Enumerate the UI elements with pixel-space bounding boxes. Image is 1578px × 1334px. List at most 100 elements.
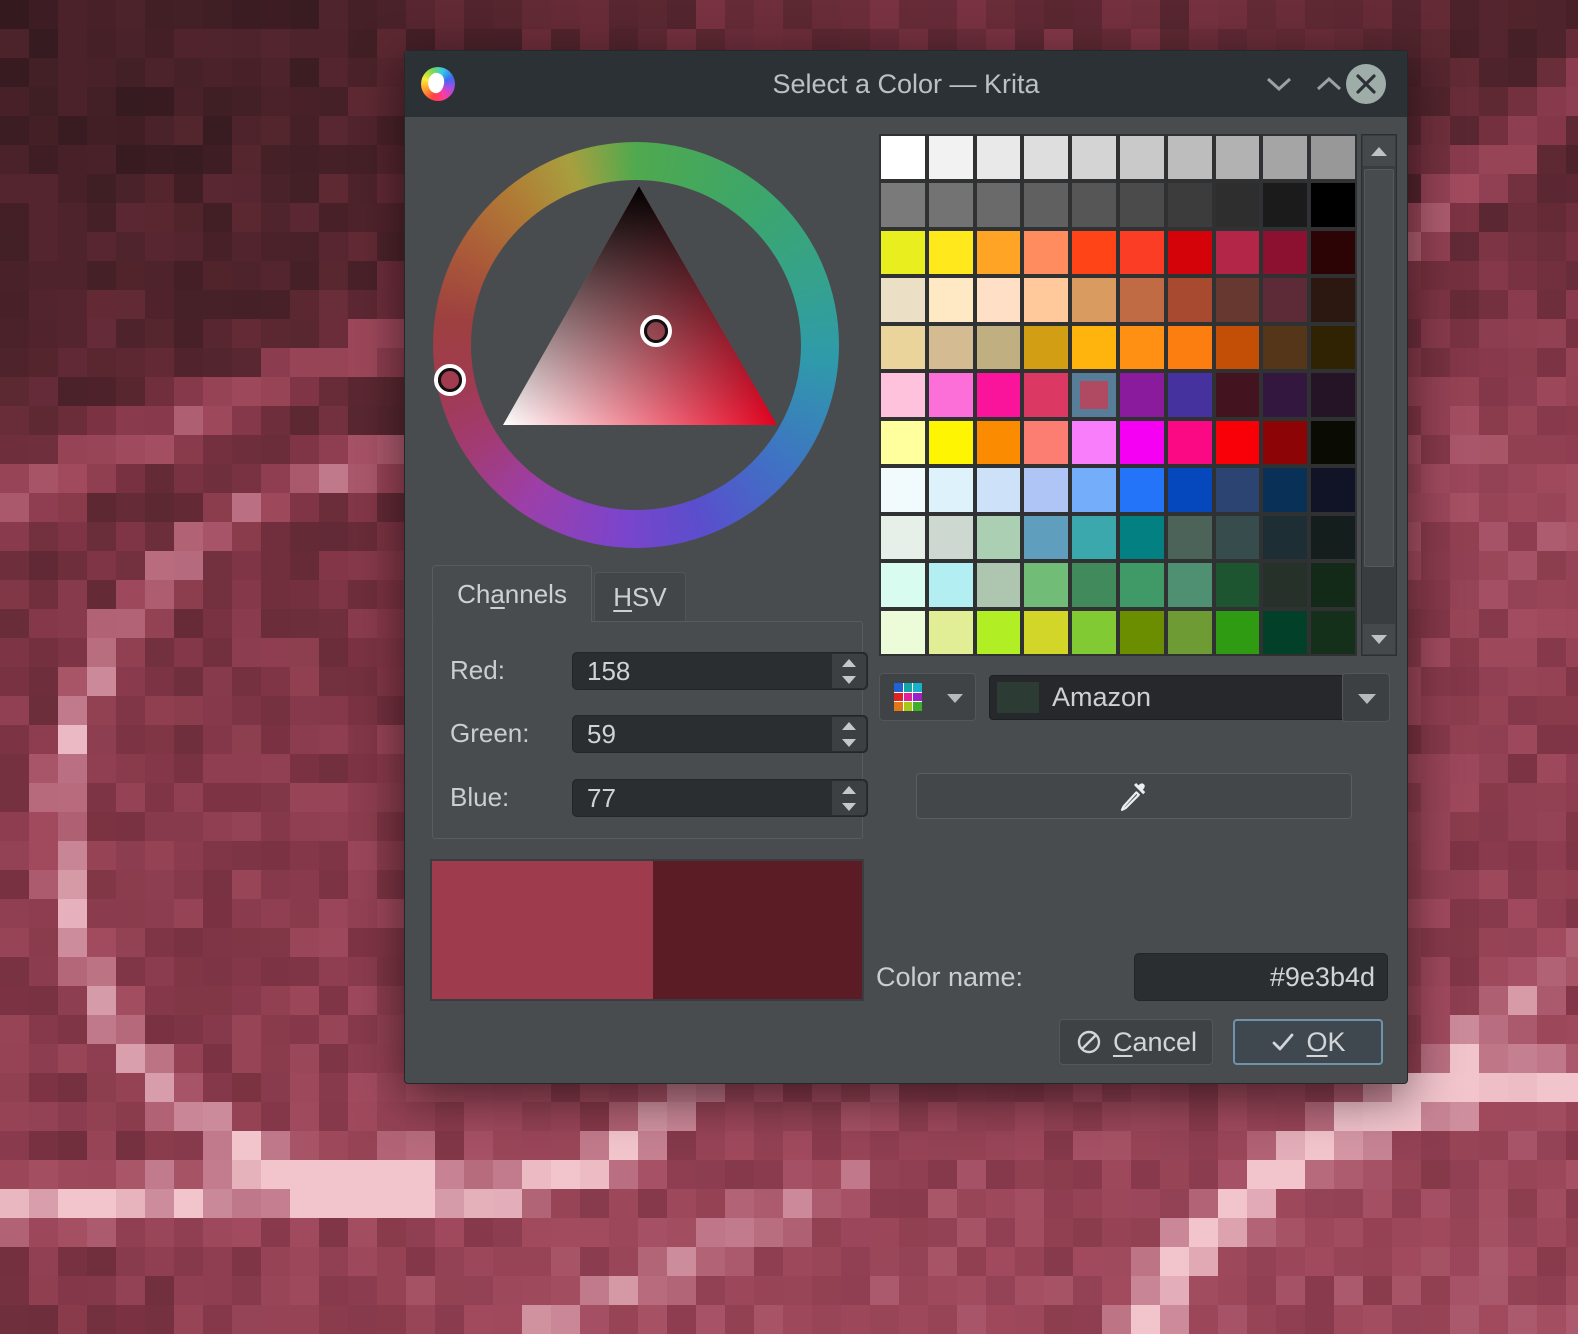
palette-swatch[interactable] [1311, 421, 1355, 464]
palette-swatch[interactable] [1216, 611, 1260, 654]
palette-swatch[interactable] [1120, 278, 1164, 321]
tab-hsv[interactable]: HSV [594, 572, 686, 622]
palette-swatch[interactable] [881, 516, 925, 559]
palette-swatch[interactable] [1311, 516, 1355, 559]
palette-swatch[interactable] [1311, 373, 1355, 416]
palette-swatch[interactable] [929, 421, 973, 464]
palette-swatch[interactable] [1072, 468, 1116, 511]
palette-swatch[interactable] [1216, 183, 1260, 226]
palette-swatch[interactable] [1024, 563, 1068, 606]
palette-swatch[interactable] [1263, 516, 1307, 559]
palette-swatch[interactable] [881, 373, 925, 416]
pick-screen-color-button[interactable] [916, 773, 1352, 819]
green-input[interactable] [573, 716, 835, 752]
ok-button[interactable]: OK [1233, 1019, 1383, 1065]
palette-swatch[interactable] [1263, 326, 1307, 369]
palette-swatch[interactable] [1072, 136, 1116, 179]
palette-swatch[interactable] [977, 563, 1021, 606]
palette-swatch[interactable] [1216, 278, 1260, 321]
scroll-down-button[interactable] [1363, 624, 1395, 654]
palette-swatch[interactable] [1024, 326, 1068, 369]
palette-swatch[interactable] [977, 468, 1021, 511]
palette-swatch[interactable] [1024, 278, 1068, 321]
color-name-input[interactable] [1135, 954, 1387, 1000]
palette-swatch[interactable] [1072, 231, 1116, 274]
palette-swatch[interactable] [881, 421, 925, 464]
palette-swatch[interactable] [1120, 563, 1164, 606]
palette-swatch[interactable] [881, 183, 925, 226]
palette-swatch[interactable] [1168, 611, 1212, 654]
palette-swatch[interactable] [977, 136, 1021, 179]
palette-swatch[interactable] [1216, 326, 1260, 369]
palette-swatch[interactable] [881, 136, 925, 179]
palette-swatch[interactable] [1311, 183, 1355, 226]
palette-swatch[interactable] [1024, 421, 1068, 464]
palette-swatch[interactable] [1072, 373, 1116, 416]
palette-select-combo[interactable]: Amazon [989, 675, 1389, 720]
blue-spin-down[interactable] [832, 798, 866, 815]
palette-tool-button[interactable] [879, 673, 976, 721]
palette-swatch[interactable] [1072, 563, 1116, 606]
combo-dropdown-button[interactable] [1342, 673, 1390, 722]
blue-spin-up[interactable] [832, 781, 866, 798]
palette-swatch[interactable] [1216, 136, 1260, 179]
green-spin-down[interactable] [832, 734, 866, 751]
palette-swatch[interactable] [1168, 326, 1212, 369]
palette-swatch[interactable] [1072, 516, 1116, 559]
palette-swatch[interactable] [929, 611, 973, 654]
palette-swatch[interactable] [1216, 421, 1260, 464]
palette-swatch[interactable] [1311, 326, 1355, 369]
palette-swatch[interactable] [1311, 563, 1355, 606]
palette-swatch[interactable] [1120, 183, 1164, 226]
palette-swatch[interactable] [977, 611, 1021, 654]
palette-swatch[interactable] [929, 516, 973, 559]
palette-swatch[interactable] [929, 468, 973, 511]
palette-swatch[interactable] [881, 278, 925, 321]
palette-swatch[interactable] [1168, 516, 1212, 559]
palette-swatch[interactable] [881, 326, 925, 369]
palette-swatch[interactable] [977, 373, 1021, 416]
palette-swatch[interactable] [1216, 516, 1260, 559]
palette-swatch[interactable] [1168, 231, 1212, 274]
palette-swatch[interactable] [1120, 136, 1164, 179]
palette-swatch[interactable] [1024, 373, 1068, 416]
window-close-button[interactable] [1346, 64, 1386, 104]
palette-swatch[interactable] [929, 563, 973, 606]
palette-swatch[interactable] [1263, 468, 1307, 511]
scroll-up-button[interactable] [1363, 136, 1395, 166]
palette-swatch[interactable] [1168, 183, 1212, 226]
palette-swatch[interactable] [1120, 468, 1164, 511]
red-spin-up[interactable] [832, 654, 866, 671]
palette-swatch[interactable] [1120, 611, 1164, 654]
palette-swatch[interactable] [1120, 516, 1164, 559]
palette-swatch[interactable] [1072, 278, 1116, 321]
window-maximize-button[interactable] [1312, 69, 1346, 99]
palette-swatch[interactable] [977, 183, 1021, 226]
palette-swatch[interactable] [1311, 231, 1355, 274]
palette-swatch[interactable] [977, 326, 1021, 369]
palette-swatch[interactable] [1263, 136, 1307, 179]
palette-swatch[interactable] [1120, 421, 1164, 464]
palette-swatch[interactable] [977, 516, 1021, 559]
palette-swatch[interactable] [1263, 183, 1307, 226]
palette-swatch[interactable] [1216, 563, 1260, 606]
palette-swatch[interactable] [1024, 231, 1068, 274]
palette-swatch[interactable] [1120, 373, 1164, 416]
palette-swatch[interactable] [1168, 468, 1212, 511]
palette-swatch[interactable] [1311, 468, 1355, 511]
palette-swatch[interactable] [977, 231, 1021, 274]
palette-swatch[interactable] [929, 278, 973, 321]
palette-swatch[interactable] [1311, 611, 1355, 654]
palette-swatch[interactable] [929, 373, 973, 416]
palette-swatch[interactable] [1263, 421, 1307, 464]
red-input[interactable] [573, 653, 835, 689]
red-spin-down[interactable] [832, 671, 866, 688]
green-spin-up[interactable] [832, 717, 866, 734]
palette-swatch[interactable] [1072, 183, 1116, 226]
palette-swatch[interactable] [881, 231, 925, 274]
palette-swatch[interactable] [977, 421, 1021, 464]
palette-swatch[interactable] [881, 611, 925, 654]
palette-swatch[interactable] [1072, 611, 1116, 654]
tab-channels[interactable]: Channels [432, 565, 592, 622]
palette-swatch[interactable] [1263, 563, 1307, 606]
